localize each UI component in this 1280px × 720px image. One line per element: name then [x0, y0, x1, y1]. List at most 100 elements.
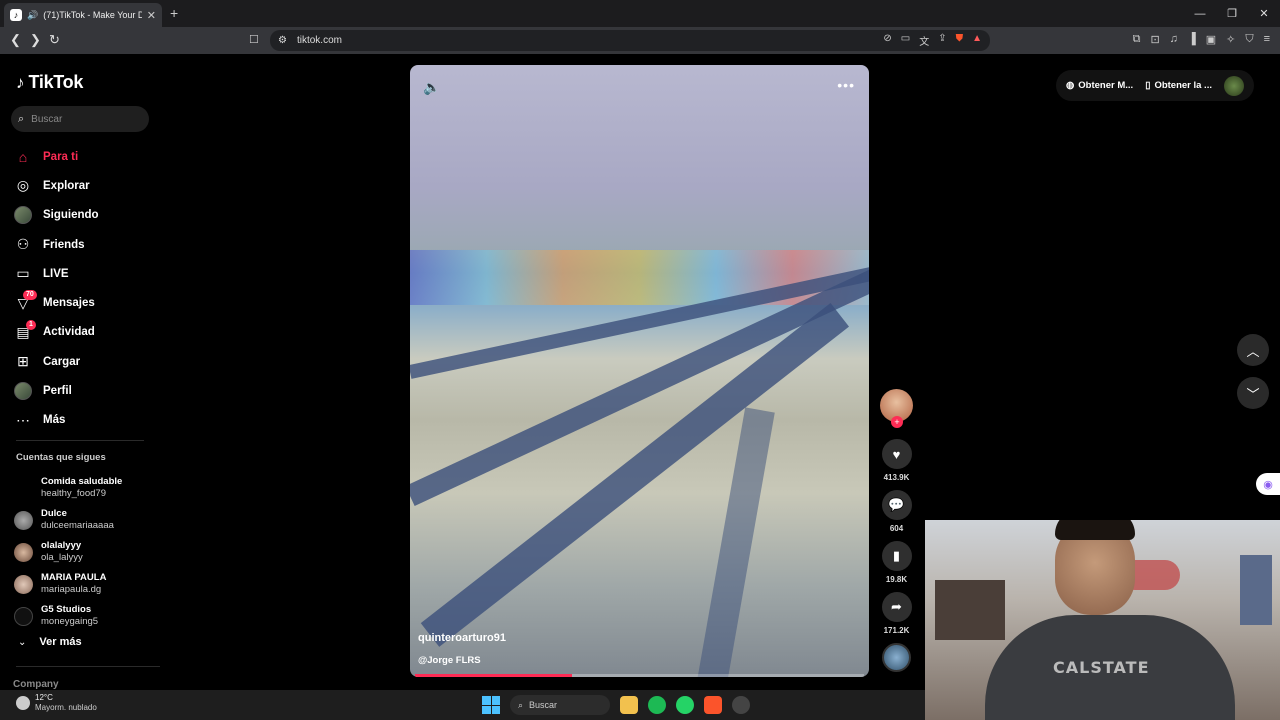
close-window-icon[interactable]: ✕: [1248, 0, 1280, 27]
menu-icon[interactable]: ≡: [1264, 33, 1270, 46]
share-icon[interactable]: ⇪: [938, 33, 946, 48]
cast-icon[interactable]: ▭: [901, 33, 910, 48]
get-app-button[interactable]: ▯ Obtener la ...: [1145, 80, 1212, 91]
shield-icon[interactable]: ⛊: [956, 33, 964, 48]
account-name: Comida saludable: [41, 476, 123, 487]
share-count: 171.2K: [883, 626, 910, 635]
new-tab-icon[interactable]: +: [170, 5, 178, 21]
nav-label: Explorar: [43, 179, 90, 192]
sidebar-toggle-icon[interactable]: ▐: [1188, 33, 1196, 46]
comment-icon: 💬: [888, 497, 905, 512]
save-button[interactable]: ▮: [881, 541, 912, 571]
url-field[interactable]: ⚙ tiktok.com ⊘ ▭ 文 ⇪ ⛊ ▲: [270, 30, 990, 51]
following-list: Comida saludable healthy_food79 Dulce dulc…: [14, 472, 122, 632]
follow-plus-icon[interactable]: +: [891, 416, 903, 428]
next-video-button[interactable]: ﹀: [1237, 377, 1269, 409]
maximize-icon[interactable]: ❐: [1216, 0, 1248, 27]
nav-item-friends[interactable]: ⚇ Friends: [14, 230, 99, 259]
back-icon[interactable]: ❮: [10, 32, 21, 48]
cloud-icon: [16, 696, 30, 710]
nav-label: Perfil: [43, 385, 72, 398]
spotify-icon[interactable]: [648, 696, 666, 714]
brave-icon[interactable]: [704, 696, 722, 714]
windows-start-icon[interactable]: [482, 696, 500, 714]
nav-item-for-you[interactable]: ⌂ Para ti: [14, 142, 99, 171]
nav-item-profile[interactable]: Perfil: [14, 376, 99, 405]
account-name: MARIA PAULA: [41, 572, 107, 583]
browser-tab[interactable]: ♪ 🔊 (71)TikTok - Make Your Day ✕: [4, 3, 162, 27]
url-text: tiktok.com: [296, 35, 342, 46]
forward-icon[interactable]: ❯: [30, 32, 41, 48]
video-progress[interactable]: [415, 674, 864, 677]
tab-close-icon[interactable]: ✕: [147, 9, 156, 22]
messages-badge: 70: [23, 290, 37, 301]
following-account[interactable]: olalalyyy ola_lalyyy: [14, 536, 122, 568]
nav-item-explore[interactable]: ◎ Explorar: [14, 171, 99, 200]
search-placeholder: Buscar: [31, 113, 63, 125]
following-account[interactable]: Dulce dulceemariaaaaa: [14, 504, 122, 536]
get-coins-button[interactable]: ◍ Obtener M...: [1066, 80, 1133, 91]
account-handle: moneygaing5: [41, 616, 99, 627]
nav-item-upload[interactable]: ⊞ Cargar: [14, 347, 99, 376]
wallet-icon[interactable]: ▣: [1206, 33, 1216, 46]
volume-icon[interactable]: 🔈: [423, 79, 440, 96]
site-info-icon[interactable]: ⚙: [278, 35, 287, 46]
taskbar-apps: ⌕ Buscar: [482, 695, 750, 715]
video-author[interactable]: quinteroarturo91: [418, 632, 506, 644]
comment-button[interactable]: 💬: [881, 490, 912, 520]
creator-avatar[interactable]: +: [880, 389, 913, 428]
video-player[interactable]: 🔈 ••• quinteroarturo91 @Jorge FLRS: [410, 65, 869, 677]
rewards-icon[interactable]: ▲: [972, 33, 982, 48]
minimize-icon[interactable]: —: [1184, 0, 1216, 27]
nav-item-messages[interactable]: ▽ 70 Mensajes: [14, 288, 99, 317]
nav-item-more[interactable]: ⋯ Más: [14, 406, 99, 435]
more-options-icon[interactable]: •••: [837, 77, 855, 93]
music-disc[interactable]: [882, 643, 911, 672]
activity-badge: 1: [26, 319, 36, 330]
lane-gutter: [693, 407, 775, 677]
music-icon[interactable]: ♫: [1170, 33, 1178, 46]
like-button[interactable]: ♥: [881, 439, 912, 469]
user-avatar[interactable]: [1223, 75, 1244, 96]
obs-icon[interactable]: [732, 696, 750, 714]
ai-icon[interactable]: ✧: [1226, 33, 1235, 46]
extension-pill-icon[interactable]: ◉: [1256, 473, 1280, 495]
translate-icon[interactable]: 文: [919, 33, 929, 48]
heart-icon: ♥: [892, 446, 901, 462]
weather-desc: Mayorm. nublado: [35, 703, 97, 712]
tab-audio-icon[interactable]: 🔊: [27, 10, 38, 21]
weather-widget[interactable]: 12°C Mayorm. nublado: [16, 693, 97, 713]
following-account[interactable]: MARIA PAULA mariapaula.dg: [14, 568, 122, 600]
share-button[interactable]: ➦: [881, 592, 912, 622]
nav-item-following[interactable]: Siguiendo: [14, 201, 99, 230]
nav-label: Cargar: [43, 355, 81, 368]
chevron-down-icon: ⌄: [18, 636, 27, 648]
capture-icon[interactable]: ⊡: [1150, 33, 1159, 46]
no-tracking-icon[interactable]: ⊘: [883, 33, 891, 48]
vpn-icon[interactable]: ⛉: [1245, 33, 1253, 46]
avatar: [14, 478, 33, 498]
file-explorer-icon[interactable]: [620, 696, 638, 714]
bowling-lights: [410, 250, 869, 305]
reload-icon[interactable]: ↻: [49, 32, 60, 48]
nav-item-activity[interactable]: ▤ 1 Actividad: [14, 318, 99, 347]
extensions-icon[interactable]: ⧉: [1133, 33, 1141, 46]
search-input[interactable]: ⌕ Buscar: [11, 106, 149, 132]
bookmark-icon: ▮: [892, 548, 901, 563]
nav-label: Actividad: [43, 326, 95, 339]
window-controls: — ❐ ✕: [1184, 0, 1280, 27]
video-caption[interactable]: @Jorge FLRS: [418, 655, 481, 666]
bookmark-icon[interactable]: ☐: [249, 33, 259, 46]
nav-label: LIVE: [43, 267, 69, 280]
company-link[interactable]: Company: [13, 679, 59, 690]
previous-video-button[interactable]: ︿: [1237, 334, 1269, 366]
nav-label: Más: [43, 414, 66, 427]
whatsapp-icon[interactable]: [676, 696, 694, 714]
video-progress-fill: [415, 674, 573, 677]
nav-item-live[interactable]: ▭ LIVE: [14, 259, 99, 288]
taskbar-search[interactable]: ⌕ Buscar: [510, 695, 610, 715]
tiktok-logo[interactable]: ♪ TikTok: [16, 72, 83, 93]
see-more-button[interactable]: ⌄ Ver más: [18, 636, 82, 648]
following-account[interactable]: Comida saludable healthy_food79: [14, 472, 122, 504]
following-account[interactable]: G5 Studios moneygaing5: [14, 600, 122, 632]
